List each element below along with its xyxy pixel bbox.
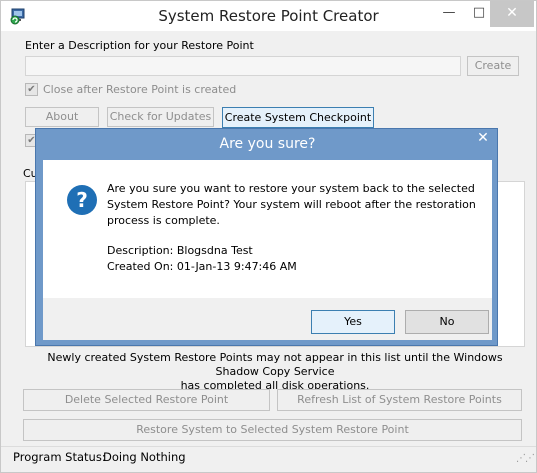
status-separator	[1, 446, 536, 447]
create-button[interactable]: Create	[467, 56, 519, 76]
refresh-list-button[interactable]: Refresh List of System Restore Points	[277, 389, 522, 411]
dialog-body: ? Are you sure you want to restore your …	[43, 160, 492, 298]
close-after-label: Close after Restore Point is created	[43, 83, 237, 96]
dialog-message: Are you sure you want to restore your sy…	[107, 181, 482, 275]
message-line-1: Are you sure you want to restore your sy…	[107, 182, 475, 195]
description-label: Enter a Description for your Restore Poi…	[25, 39, 254, 52]
list-note-line1: Newly created System Restore Points may …	[47, 351, 503, 378]
close-button[interactable]: ✕	[490, 1, 534, 27]
status-value: Doing Nothing	[103, 450, 186, 464]
resize-grip-icon[interactable]: ⋰⋰	[516, 453, 535, 464]
question-icon: ?	[67, 185, 97, 215]
title-bar: System Restore Point Creator — □ ✕	[1, 1, 536, 31]
description-input[interactable]	[25, 56, 461, 76]
delete-restore-point-button[interactable]: Delete Selected Restore Point	[23, 389, 270, 411]
message-line-2: System Restore Point? Your system will r…	[107, 198, 476, 211]
status-label: Program Status:	[13, 450, 106, 464]
check-updates-button[interactable]: Check for Updates	[107, 107, 214, 127]
list-note: Newly created System Restore Points may …	[25, 351, 525, 393]
no-button[interactable]: No	[405, 310, 489, 334]
dialog-title: Are you sure?	[219, 136, 316, 152]
dialog-close-button[interactable]: ✕	[470, 129, 496, 149]
restore-point-description: Description: Blogsdna Test	[107, 244, 253, 257]
about-button[interactable]: About	[25, 107, 99, 127]
close-after-checkbox[interactable]: ✔	[25, 83, 38, 96]
message-line-3: process is complete.	[107, 214, 220, 227]
dialog-footer: Yes No	[43, 298, 492, 340]
confirm-dialog: Are you sure? ✕ ? Are you sure you want …	[35, 128, 498, 346]
restore-system-button[interactable]: Restore System to Selected System Restor…	[23, 419, 522, 441]
create-checkpoint-button[interactable]: Create System Checkpoint	[222, 107, 374, 128]
svg-text:?: ?	[76, 188, 88, 212]
minimize-button[interactable]: —	[434, 1, 464, 27]
restore-point-created: Created On: 01-Jan-13 9:47:46 AM	[107, 260, 297, 273]
yes-button[interactable]: Yes	[311, 310, 395, 334]
